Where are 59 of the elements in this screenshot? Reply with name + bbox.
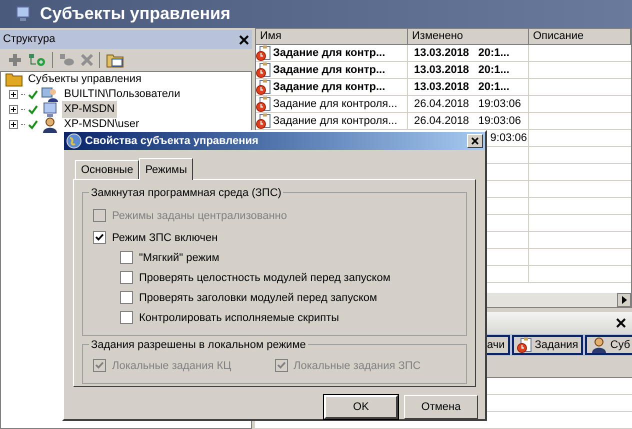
users-icon [41, 86, 59, 102]
expand-icon[interactable] [9, 90, 18, 99]
option-label: Проверять целостность модулей перед запуском [139, 270, 390, 286]
option-label: Режимы заданы централизованно [112, 208, 287, 224]
dialog-button[interactable]: Отмена [404, 395, 478, 419]
option-label: Локальные задания ЗПС [294, 358, 421, 374]
close-icon[interactable] [616, 318, 626, 328]
checkbox[interactable] [120, 271, 133, 284]
right-arrow-icon [622, 296, 626, 304]
folder-list-icon[interactable] [106, 52, 124, 68]
plus-icon[interactable] [8, 53, 22, 67]
table-cell-text: Задание для контр... [273, 46, 386, 61]
column-header[interactable]: Изменено [408, 29, 529, 45]
dialog-button[interactable]: OK [324, 395, 398, 419]
panel-title: Структура [3, 32, 56, 48]
expand-icon[interactable] [9, 120, 18, 129]
scroll-right-button[interactable] [617, 293, 631, 308]
panel-tab[interactable]: Суб [585, 335, 632, 356]
option-label: "Мягкий" режим [139, 250, 220, 266]
add-node-icon[interactable] [28, 53, 46, 67]
option-label: Локальные задания КЦ [112, 358, 232, 374]
tree-item[interactable]: XP-MSDN\user [62, 116, 142, 133]
table-cell-text: 9:03:06 [490, 130, 527, 146]
checkbox[interactable] [93, 231, 106, 244]
dialog-tab[interactable]: Режимы [139, 158, 194, 180]
column-header[interactable]: Описание [529, 29, 631, 45]
close-icon [471, 137, 479, 146]
expand-icon[interactable] [9, 105, 18, 114]
table-cell-text: Задание для контр... [273, 62, 386, 78]
table-cell-text: 26.04.2018 19:03:06 [414, 96, 522, 112]
user-icon [590, 337, 608, 354]
folder-icon [5, 72, 23, 87]
panel-tab[interactable]: Задания [512, 335, 584, 356]
dialog-title: Свойства субъекта управления [85, 134, 260, 149]
option-label: Контролировать исполняемые скрипты [139, 310, 340, 326]
app-title: Субъекты управления [40, 3, 230, 26]
table-cell-text: 13.03.2018 20:1... [414, 46, 510, 61]
option-label: Проверять заголовки модулей перед запуском [139, 290, 378, 306]
tree-item[interactable]: XP-MSDN [62, 101, 117, 118]
user-icon [41, 116, 59, 132]
tree-item[interactable]: BUILTIN\Пользователи [62, 86, 182, 103]
checkbox[interactable] [120, 291, 133, 304]
close-icon[interactable] [239, 34, 249, 44]
checkbox[interactable] [120, 251, 133, 264]
table-cell-text: Задание для контроля... [273, 114, 398, 129]
checkbox[interactable] [120, 311, 133, 324]
computer-icon [41, 102, 59, 118]
close-button[interactable] [467, 134, 483, 148]
option-label: Режим ЗПС включен [112, 230, 218, 246]
globe-icon [66, 133, 82, 150]
column-header[interactable]: Имя [256, 29, 408, 45]
table-cell-text: Задание для контр... [273, 80, 386, 95]
table-cell-text: 26.04.2018 19:03:06 [414, 114, 522, 129]
table-cell-text: 13.03.2018 20:1... [414, 62, 510, 78]
table-cell-text: 13.03.2018 20:1... [414, 80, 510, 95]
tree-item[interactable]: Субъекты управления [26, 71, 144, 88]
computer-icon [14, 6, 32, 22]
table-cell-text: Задание для контроля... [273, 96, 398, 112]
clipboard-clock-icon [516, 337, 533, 354]
